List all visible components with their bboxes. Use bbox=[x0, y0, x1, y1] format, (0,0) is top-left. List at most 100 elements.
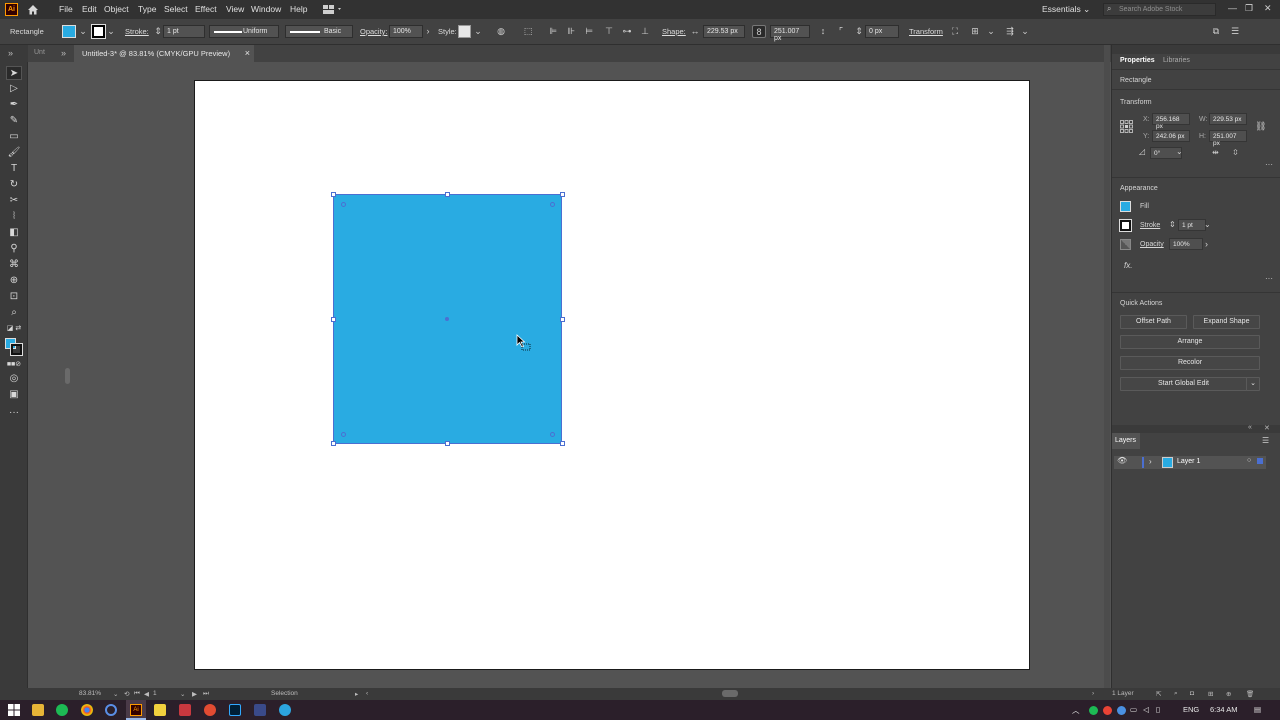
document-tab[interactable]: Untitled-3* @ 83.81% (CMYK/GPU Preview) … bbox=[74, 45, 254, 62]
resize-handle[interactable] bbox=[445, 192, 450, 197]
close-icon[interactable]: ✕ bbox=[1264, 424, 1270, 432]
collapse-icon[interactable]: « bbox=[1248, 424, 1252, 431]
tray-chrome-icon[interactable] bbox=[1103, 706, 1112, 715]
tab-properties[interactable]: Properties bbox=[1120, 57, 1155, 64]
menu-object[interactable]: Object bbox=[104, 4, 129, 14]
tab-libraries[interactable]: Libraries bbox=[1163, 57, 1190, 64]
direct-selection-tool-icon[interactable]: ▷ bbox=[6, 82, 22, 96]
paintbrush-tool-icon[interactable]: 🖌 bbox=[6, 146, 22, 160]
corner-widget[interactable] bbox=[550, 432, 555, 437]
shape-label[interactable]: Shape: bbox=[662, 27, 686, 36]
x-field[interactable]: 256.168 px bbox=[1152, 113, 1190, 130]
more-options-icon[interactable]: ··· bbox=[1265, 274, 1273, 283]
visibility-eye-icon[interactable]: 👁 bbox=[1117, 456, 1127, 465]
artboard[interactable] bbox=[194, 80, 1030, 670]
chevron-down-icon[interactable]: ⌄ bbox=[180, 690, 185, 698]
first-artboard-icon[interactable]: ⏮ bbox=[134, 690, 140, 698]
home-icon[interactable] bbox=[26, 3, 40, 16]
layers-scrollbar[interactable] bbox=[1104, 425, 1110, 688]
notes-icon[interactable] bbox=[154, 704, 166, 716]
app-orange-icon[interactable] bbox=[204, 704, 216, 716]
delete-layer-icon[interactable]: 🗑 bbox=[1246, 690, 1254, 698]
warp-tool-icon[interactable]: ⦚ bbox=[6, 210, 22, 224]
chrome-icon[interactable] bbox=[81, 704, 93, 716]
resize-handle[interactable] bbox=[560, 317, 565, 322]
artboard-number[interactable]: 1 bbox=[153, 690, 157, 697]
shape-builder-tool-icon[interactable]: ⊕ bbox=[6, 274, 22, 288]
scroll-right-icon[interactable]: › bbox=[1092, 690, 1094, 697]
align-to-icon[interactable]: ⬚ bbox=[521, 25, 535, 38]
tab-layers[interactable]: Layers bbox=[1112, 433, 1140, 449]
fill-swatch[interactable] bbox=[62, 25, 76, 38]
stroke-weight-field[interactable]: 1 pt bbox=[163, 25, 205, 38]
chevron-right-icon[interactable]: › bbox=[1205, 239, 1208, 249]
isolate-icon[interactable]: ⛶ bbox=[948, 25, 962, 38]
new-sublayer-icon[interactable]: ⊞ bbox=[1208, 690, 1213, 698]
battery-icon[interactable]: ▯ bbox=[1156, 705, 1160, 714]
target-circle-icon[interactable]: ○ bbox=[1247, 457, 1251, 464]
arrange-panels-icon[interactable]: ⧉ bbox=[1209, 25, 1223, 38]
menu-window[interactable]: Window bbox=[251, 4, 281, 14]
stroke-color-swatch[interactable] bbox=[10, 343, 23, 356]
show-hidden-icons[interactable]: ︿ bbox=[1072, 705, 1080, 716]
stroke-label[interactable]: Stroke: bbox=[125, 27, 149, 36]
notifications-icon[interactable]: ▤ bbox=[1254, 705, 1261, 714]
arrange-documents-icon[interactable] bbox=[322, 4, 344, 15]
more-tools-icon[interactable]: ··· bbox=[6, 406, 22, 420]
brush-definition[interactable]: Basic bbox=[285, 25, 353, 38]
transform-link[interactable]: Transform bbox=[909, 27, 943, 36]
gradient-tool-icon[interactable]: ◧ bbox=[6, 226, 22, 240]
chevron-right-icon[interactable]: ▸ bbox=[355, 690, 358, 698]
align-bottom-icon[interactable]: ⊥ bbox=[638, 25, 652, 38]
app-red-icon[interactable] bbox=[179, 704, 191, 716]
opacity-field[interactable]: 100% bbox=[1169, 238, 1203, 250]
prev-artboard-icon[interactable]: ◀ bbox=[144, 690, 149, 698]
expand-shape-button[interactable]: Expand Shape bbox=[1193, 315, 1260, 329]
fx-effects-icon[interactable]: fx. bbox=[1124, 261, 1132, 270]
workspace-switcher[interactable]: Essentials ⌄ bbox=[1042, 4, 1090, 15]
pen-tool-icon[interactable]: ✒ bbox=[6, 98, 22, 112]
chevron-right-icon[interactable]: › bbox=[421, 25, 435, 38]
selection-square-icon[interactable] bbox=[1257, 458, 1263, 464]
telegram-icon[interactable] bbox=[279, 704, 291, 716]
w-field[interactable]: 229.53 px bbox=[1209, 113, 1247, 125]
opacity-field[interactable]: 100% bbox=[389, 25, 423, 38]
close-tab-icon[interactable]: × bbox=[245, 48, 250, 58]
restore-icon[interactable]: ❐ bbox=[1245, 3, 1253, 14]
stepper-icon[interactable]: ⇕ bbox=[852, 25, 866, 38]
chevron-down-icon[interactable]: ⌄ bbox=[1204, 220, 1211, 229]
browser-icon[interactable] bbox=[105, 704, 117, 716]
layer-row[interactable]: 👁 › Layer 1 ○ bbox=[1114, 456, 1266, 469]
offset-path-button[interactable]: Offset Path bbox=[1120, 315, 1187, 329]
artboard-tool-icon[interactable]: ⊡ bbox=[6, 290, 22, 304]
blend-tool-icon[interactable]: ⌘ bbox=[6, 258, 22, 272]
opacity-label[interactable]: Opacity bbox=[1140, 241, 1164, 248]
resize-handle[interactable] bbox=[331, 192, 336, 197]
panel-scrollbar[interactable] bbox=[1104, 45, 1110, 425]
clock[interactable]: 6:34 AM bbox=[1210, 705, 1238, 714]
chevron-down-icon[interactable]: ⌄ bbox=[984, 25, 998, 38]
panel-menu-icon[interactable]: ☰ bbox=[1228, 25, 1242, 38]
default-colors-icon[interactable]: ◪ ⇄ bbox=[6, 322, 22, 336]
zoom-tool-icon[interactable]: ⌕ bbox=[6, 306, 22, 320]
chevron-down-icon[interactable]: ⌄ bbox=[104, 25, 118, 38]
fill-swatch[interactable] bbox=[1120, 201, 1131, 212]
flip-horizontal-icon[interactable]: ⇹ bbox=[1212, 148, 1219, 157]
chevron-down-icon[interactable]: ⌄ bbox=[113, 690, 118, 698]
minimize-icon[interactable]: — bbox=[1228, 3, 1237, 13]
chevron-down-icon[interactable]: ⌄ bbox=[76, 25, 90, 38]
shape-height-field[interactable]: 251.007 px bbox=[770, 25, 810, 42]
constrain-link-icon[interactable]: 8 bbox=[752, 25, 766, 38]
corner-radius-field[interactable]: 0 px bbox=[865, 25, 899, 38]
resize-handle[interactable] bbox=[445, 441, 450, 446]
illustrator-taskbar-icon[interactable]: Ai bbox=[126, 700, 146, 720]
menu-edit[interactable]: Edit bbox=[82, 4, 97, 14]
toolbar-scroll-thumb[interactable] bbox=[65, 368, 70, 384]
tray-spotify-icon[interactable] bbox=[1089, 706, 1098, 715]
last-artboard-icon[interactable]: ⏭ bbox=[203, 690, 209, 698]
chevron-down-icon[interactable]: ⌄ bbox=[471, 25, 485, 38]
recolor-artwork-icon[interactable]: ◍ bbox=[494, 25, 508, 38]
h-field[interactable]: 251.007 px bbox=[1209, 130, 1247, 147]
collapse-panel-icon[interactable]: » bbox=[8, 48, 13, 58]
stepper-icon[interactable]: ⇕ bbox=[1169, 220, 1176, 229]
